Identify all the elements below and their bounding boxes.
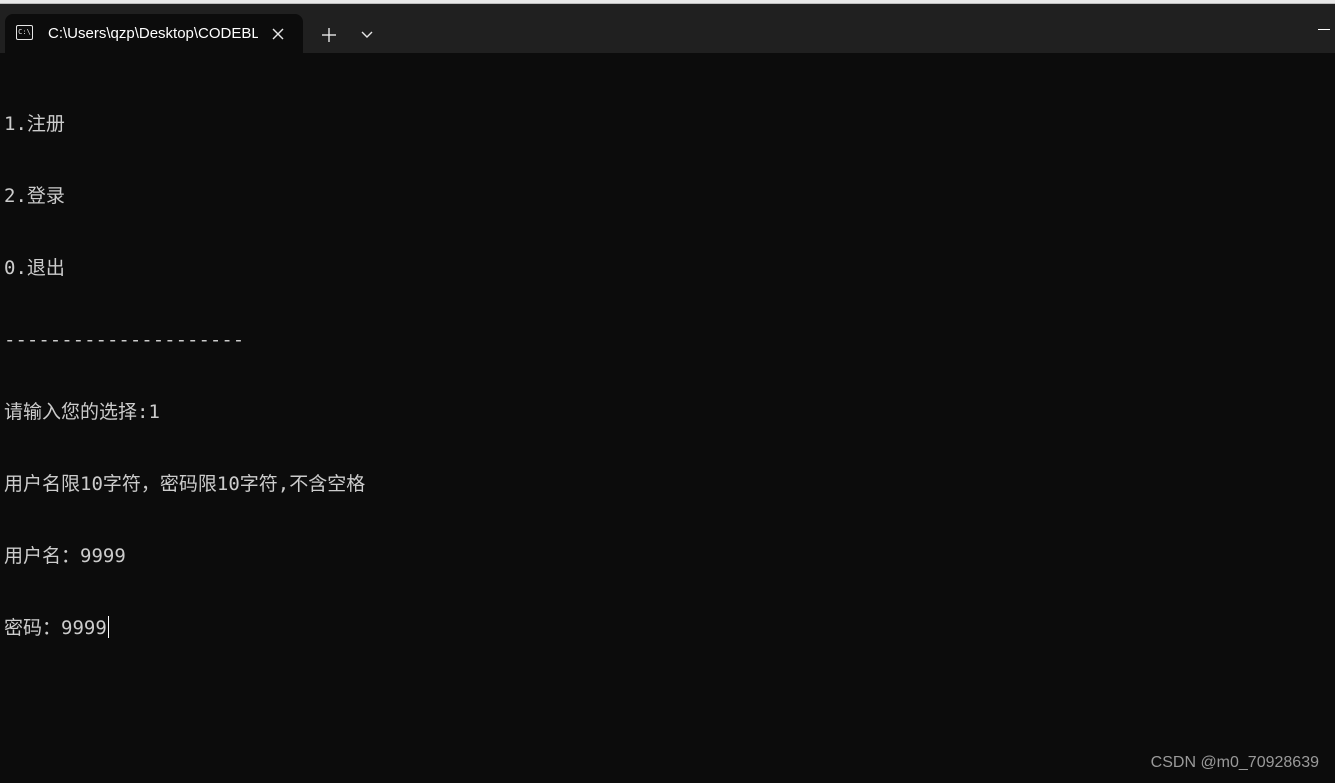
terminal-line: --------------------- xyxy=(4,329,245,351)
terminal-line: 密码：9999 xyxy=(4,617,107,639)
terminal-line: 0.退出 xyxy=(4,257,65,279)
terminal-icon: C:\ xyxy=(16,25,33,40)
chevron-down-icon[interactable] xyxy=(354,21,380,49)
text-cursor xyxy=(107,616,109,638)
watermark: CSDN @m0_70928639 xyxy=(1150,754,1319,771)
terminal-line: 请输入您的选择:1 xyxy=(4,401,160,423)
terminal-window: C:\ C:\Users\qzp\Desktop\CODEBLOCKS\main… xyxy=(0,0,1335,783)
tab-main-exe[interactable]: C:\ C:\Users\qzp\Desktop\CODEBLOCKS\main… xyxy=(5,14,303,53)
terminal-line: 2.登录 xyxy=(4,185,65,207)
terminal-line: 1.注册 xyxy=(4,113,65,135)
terminal-line: 用户名：9999 xyxy=(4,545,126,567)
minimize-line xyxy=(1318,28,1330,30)
minimize-icon[interactable] xyxy=(1318,14,1335,44)
terminal-input-line[interactable]: 密码：9999 xyxy=(4,616,1324,640)
tab-title: C:\Users\qzp\Desktop\CODEBLOCKS\main.exe xyxy=(48,25,258,42)
plus-icon[interactable] xyxy=(315,21,343,49)
terminal-output[interactable]: 1.注册 2.登录 0.退出 --------------------- 请输入… xyxy=(4,64,1324,688)
terminal-line: 用户名限10字符，密码限10字符,不含空格 xyxy=(4,473,366,495)
tab-bar: C:\ C:\Users\qzp\Desktop\CODEBLOCKS\main… xyxy=(0,4,1335,53)
close-icon[interactable] xyxy=(267,23,289,45)
